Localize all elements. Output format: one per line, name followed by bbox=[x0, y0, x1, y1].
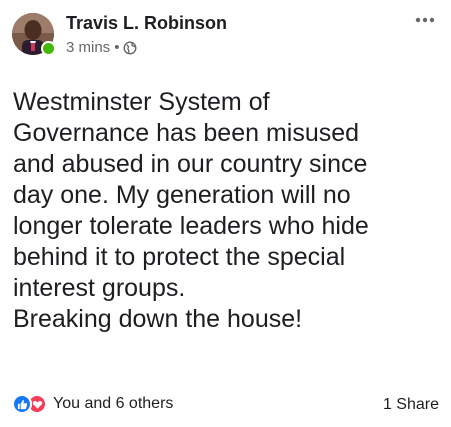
post-header: Travis L. Robinson 3 mins • bbox=[12, 11, 439, 57]
post-text-line: Westminster System of bbox=[13, 88, 270, 116]
post-text-line: day one. My generation will no bbox=[13, 181, 351, 209]
avatar[interactable] bbox=[12, 13, 56, 56]
post-footer: You and 6 others 1 Share bbox=[12, 394, 439, 418]
reactions-count-text: You and 6 others bbox=[53, 395, 174, 412]
post-text-line: and abused in our country since bbox=[13, 150, 368, 178]
meta-separator: • bbox=[114, 39, 120, 56]
online-status-indicator bbox=[41, 41, 56, 56]
more-options-icon[interactable] bbox=[413, 13, 437, 27]
post-text-line: Governance has been misused bbox=[13, 119, 360, 147]
reactions-summary[interactable]: You and 6 others bbox=[12, 394, 173, 414]
post-card: Travis L. Robinson 3 mins • Westminster … bbox=[0, 0, 451, 427]
post-text-line: Breaking down the house! bbox=[13, 305, 303, 333]
globe-icon bbox=[123, 41, 137, 54]
post-body: Westminster System of Governance has bee… bbox=[13, 87, 443, 335]
author-name[interactable]: Travis L. Robinson bbox=[66, 13, 227, 34]
post-text-line: interest groups. bbox=[13, 274, 186, 302]
shares-count[interactable]: 1 Share bbox=[383, 396, 439, 414]
like-icon bbox=[12, 394, 32, 414]
post-text-line: longer tolerate leaders who hide bbox=[13, 212, 369, 240]
post-timestamp[interactable]: 3 mins bbox=[66, 39, 110, 56]
post-meta: 3 mins • bbox=[66, 39, 137, 56]
post-text-line: behind it to protect the special bbox=[13, 243, 346, 271]
